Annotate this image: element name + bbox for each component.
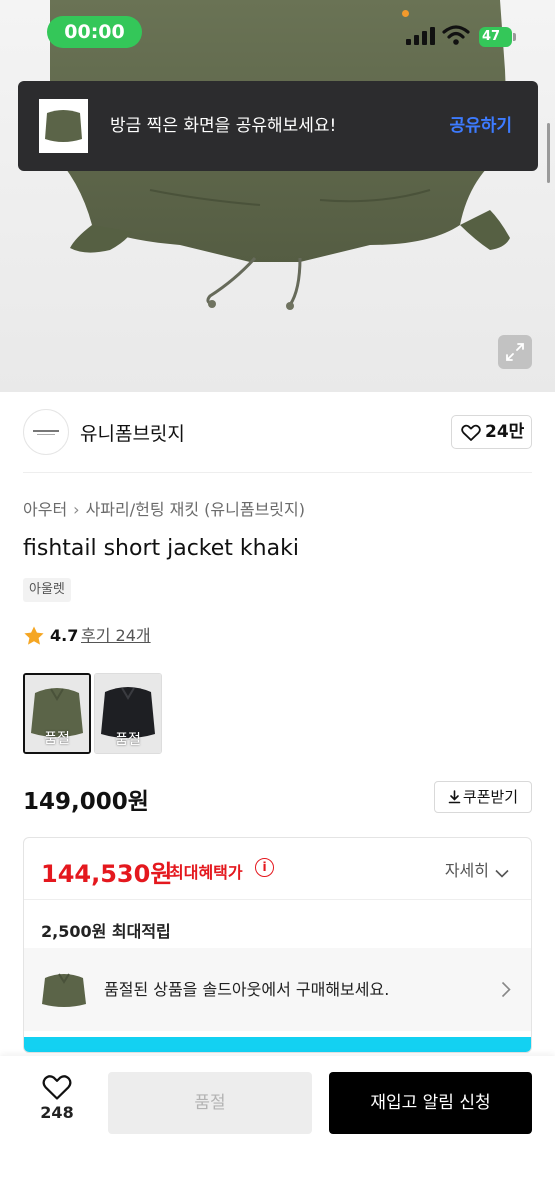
expand-icon bbox=[506, 343, 524, 361]
share-button[interactable]: 공유하기 bbox=[449, 81, 512, 171]
breadcrumb-subcategory[interactable]: 사파리/헌팅 재킷 (유니폼브릿지) bbox=[86, 500, 305, 519]
outlet-tag: 아울렛 bbox=[23, 578, 71, 602]
breadcrumb: 아우터 › 사파리/헌팅 재킷 (유니폼브릿지) bbox=[23, 496, 305, 520]
promo-banner[interactable] bbox=[24, 1037, 531, 1052]
like-button[interactable]: 248 bbox=[30, 1074, 84, 1130]
scrollbar[interactable] bbox=[547, 123, 550, 183]
expand-image-button[interactable] bbox=[498, 335, 532, 369]
coupon-button[interactable]: 쿠폰받기 bbox=[434, 781, 532, 813]
privacy-indicator bbox=[402, 10, 409, 17]
reviews-link[interactable]: 후기 24개 bbox=[81, 624, 151, 648]
soldout-button[interactable]: 품절 bbox=[108, 1072, 312, 1134]
soldout-message: 품절된 상품을 솔드아웃에서 구매해보세요. bbox=[104, 980, 390, 999]
download-icon bbox=[448, 790, 461, 804]
brand-name[interactable]: 유니폼브릿지 bbox=[80, 419, 185, 446]
wifi-icon bbox=[442, 25, 470, 45]
brand-like-count: 24만 bbox=[485, 422, 525, 442]
divider bbox=[24, 899, 531, 900]
soldout-label: 품절 bbox=[115, 732, 141, 748]
brand-logo-mark bbox=[33, 430, 59, 435]
battery-level: 47 bbox=[479, 27, 512, 47]
brand-like-button[interactable]: 24만 bbox=[451, 415, 532, 449]
divider bbox=[23, 472, 532, 473]
jacket-thumbnail-icon bbox=[41, 102, 86, 150]
details-label: 자세히 bbox=[444, 861, 489, 880]
jacket-thumbnail bbox=[42, 973, 86, 1007]
coupon-button-label: 쿠폰받기 bbox=[462, 788, 519, 806]
max-benefit-price: 144,530원 bbox=[41, 860, 173, 888]
star-icon bbox=[24, 626, 44, 645]
benefit-box: 144,530원 최대혜택가 i 자세히 2,500원 최대적립 품절된 상품을… bbox=[23, 837, 532, 1053]
battery-icon: 47 bbox=[479, 27, 517, 47]
toast-message: 방금 찍은 화면을 공유해보세요! bbox=[110, 116, 337, 136]
share-toast: 방금 찍은 화면을 공유해보세요! 공유하기 bbox=[18, 81, 538, 171]
chevron-right-icon bbox=[501, 981, 511, 998]
heart-icon bbox=[461, 424, 481, 441]
chevron-down-icon bbox=[495, 869, 509, 878]
status-bar: 00:00 47 bbox=[0, 0, 555, 70]
soldout-banner[interactable]: 품절된 상품을 솔드아웃에서 구매해보세요. bbox=[24, 948, 531, 1031]
soldout-label: 품절 bbox=[44, 731, 70, 747]
info-icon[interactable]: i bbox=[255, 858, 274, 877]
product-title: fishtail short jacket khaki bbox=[23, 536, 299, 561]
max-benefit-label: 최대혜택가 bbox=[169, 863, 243, 882]
chevron-right-icon: › bbox=[73, 500, 80, 519]
signal-icon bbox=[406, 27, 435, 45]
clock: 00:00 bbox=[47, 16, 142, 48]
benefit-details-toggle[interactable]: 자세히 bbox=[445, 857, 509, 881]
color-option-khaki[interactable]: 품절 bbox=[23, 673, 91, 754]
breadcrumb-category[interactable]: 아우터 bbox=[23, 500, 67, 519]
heart-icon bbox=[42, 1075, 72, 1100]
bottom-action-bar: 248 품절 재입고 알림 신청 bbox=[0, 1056, 555, 1200]
original-price: 149,000원 bbox=[23, 789, 149, 815]
max-points: 2,500원 최대적립 bbox=[41, 922, 171, 941]
brand-logo[interactable] bbox=[23, 409, 69, 455]
restock-alert-button[interactable]: 재입고 알림 신청 bbox=[329, 1072, 532, 1134]
color-option-black[interactable]: 품절 bbox=[94, 673, 162, 754]
rating-score: 4.7 bbox=[50, 626, 79, 645]
screenshot-thumbnail[interactable] bbox=[39, 99, 88, 153]
like-count: 248 bbox=[40, 1103, 74, 1122]
